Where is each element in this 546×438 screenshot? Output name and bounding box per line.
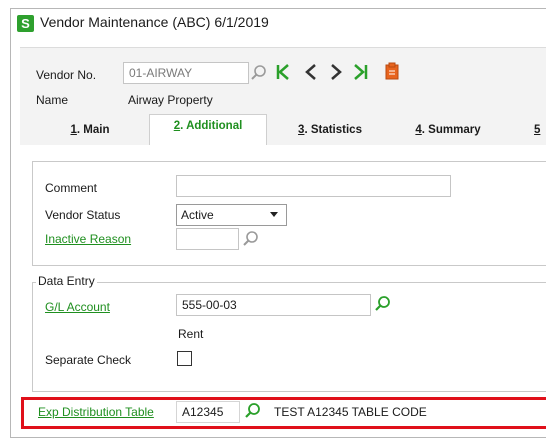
inactive-reason-lookup-icon[interactable] [242,230,260,248]
memo-icon[interactable] [385,62,399,80]
comment-input[interactable] [176,175,451,197]
vendor-status-label: Vendor Status [45,208,121,222]
last-record-icon[interactable] [352,63,370,81]
gl-account-description: Rent [178,327,204,341]
vendor-lookup-icon[interactable] [250,64,268,82]
vendor-no-input[interactable]: 01-AIRWAY [123,62,249,84]
tab-summary[interactable]: 4. Summary [398,118,498,145]
exp-distribution-input[interactable]: A12345 [176,401,240,423]
window-title: Vendor Maintenance (ABC) 6/1/2019 [40,14,269,30]
tab-additional-label: . Additional [180,120,243,132]
tab-additional[interactable]: 2. Additional [149,114,267,146]
name-label: Name [36,93,69,107]
tab-main-label: . Main [76,124,110,136]
name-value[interactable]: Airway Property [128,93,213,107]
exp-distribution-description: TEST A12345 TABLE CODE [274,405,427,419]
separate-check-label: Separate Check [45,353,132,367]
inactive-reason-link[interactable]: Inactive Reason [45,232,131,246]
exp-distribution-lookup-icon[interactable] [244,402,262,420]
gl-account-link[interactable]: G/L Account [45,300,110,314]
tab-main[interactable]: 1. Main [40,118,140,145]
comment-label: Comment [45,181,98,195]
vendor-no-label: Vendor No. [36,68,97,82]
first-record-icon[interactable] [275,63,291,81]
prev-record-icon[interactable] [305,63,317,81]
data-entry-legend: Data Entry [36,274,97,288]
dropdown-arrow-icon[interactable] [270,212,278,217]
tab-statistics[interactable]: 3. Statistics [280,118,380,145]
app-icon: S [17,15,34,32]
exp-distribution-link[interactable]: Exp Distribution Table [38,405,154,419]
gl-account-lookup-icon[interactable] [374,295,392,313]
separate-check-checkbox[interactable] [177,351,192,366]
gl-account-input[interactable]: 555-00-03 [176,294,371,316]
tab-summary-label: . Summary [421,124,481,136]
tab-5[interactable]: 5 [534,118,546,145]
tab-5-hotkey: 5 [534,124,541,136]
tab-statistics-label: . Statistics [304,124,362,136]
inactive-reason-input[interactable] [176,228,239,250]
next-record-icon[interactable] [330,63,342,81]
vendor-status-value: Active [181,208,214,222]
